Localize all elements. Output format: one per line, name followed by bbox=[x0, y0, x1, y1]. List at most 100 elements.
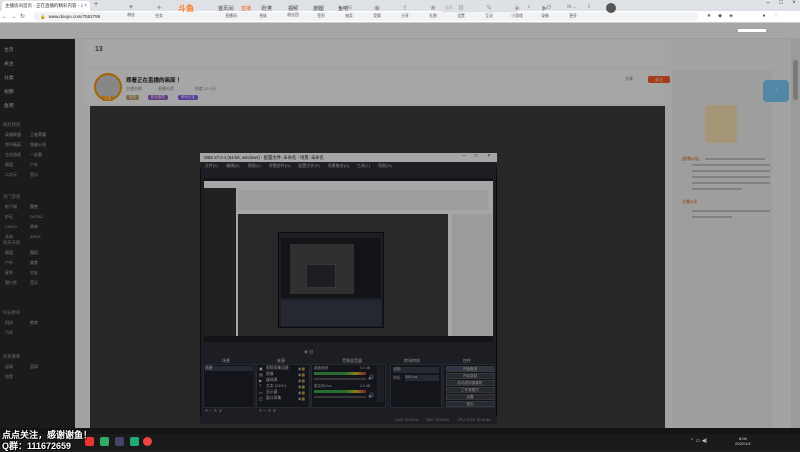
sidebar-item[interactable]: 教育 bbox=[30, 320, 38, 326]
sidebar-item[interactable]: 音乐 bbox=[30, 280, 38, 286]
tab-signin[interactable]: ▦ 签到 bbox=[308, 4, 334, 19]
room-category[interactable]: 直播分类 bbox=[158, 86, 174, 92]
scenes-dock-footer[interactable]: + − ∧ ∨ bbox=[205, 408, 222, 414]
minimize-icon[interactable]: – bbox=[762, 0, 774, 6]
system-clock[interactable]: 8:06 2022/1/4 bbox=[735, 436, 751, 446]
sidebar-item[interactable]: 炉石 bbox=[5, 214, 13, 220]
sidebar-item[interactable]: 魔兽 bbox=[30, 204, 38, 210]
sidebar-item[interactable]: 交友 bbox=[30, 270, 38, 276]
sidebar-item[interactable]: 一起看 bbox=[30, 152, 42, 158]
sidebar-item[interactable]: 星秀 bbox=[5, 270, 13, 276]
tab-more[interactable]: ⋯ 更多 bbox=[560, 4, 586, 19]
site-logo[interactable]: 斗鱼 bbox=[178, 3, 194, 14]
extension-icon[interactable]: ◈ bbox=[727, 13, 735, 21]
scene-item[interactable]: 场景 bbox=[205, 366, 253, 371]
sidebar-item-home[interactable]: 主页 bbox=[4, 46, 14, 53]
start-recording-button[interactable]: 开始录制 bbox=[446, 373, 494, 379]
source-item[interactable]: 文本 (GDI+) bbox=[266, 384, 286, 389]
sidebar-item[interactable]: 户外 bbox=[5, 260, 13, 266]
extension-icon[interactable]: ◆ bbox=[716, 13, 724, 21]
start-streaming-button[interactable]: 开始推流 bbox=[446, 366, 494, 372]
sidebar-item[interactable]: 二次元 bbox=[5, 172, 17, 178]
sidebar-item-video[interactable]: 视频 bbox=[4, 88, 14, 95]
studio-mode-button[interactable]: 工作室模式 bbox=[446, 387, 494, 393]
taskbar-app-icon[interactable] bbox=[130, 437, 139, 446]
tab-share[interactable]: ⇪ 分享 bbox=[392, 4, 418, 19]
source-item[interactable]: 图像 bbox=[266, 372, 274, 377]
sidebar-item-follow[interactable]: 关注 bbox=[4, 60, 14, 67]
sources-dock-footer[interactable]: + − ∧ ∨ bbox=[259, 408, 276, 414]
taskbar-app-icon[interactable] bbox=[115, 437, 124, 446]
menu-profile[interactable]: 配置文件(P) bbox=[298, 163, 319, 169]
sidebar-item[interactable]: APEX bbox=[30, 234, 41, 239]
sidebar-item-fishbar[interactable]: 鱼吧 bbox=[4, 102, 14, 109]
tab-noble[interactable]: ♛ 贵族 bbox=[250, 4, 276, 19]
menu-scene-collection[interactable]: 场景集合(S) bbox=[328, 163, 349, 169]
sidebar-item[interactable]: 汽车 bbox=[5, 330, 13, 336]
close-window-icon[interactable]: × bbox=[788, 0, 800, 6]
tab-guess[interactable]: ◉ 竞猜 bbox=[364, 4, 390, 19]
menu-file[interactable]: 文件(F) bbox=[205, 163, 218, 169]
taskbar-app-icon[interactable] bbox=[100, 437, 109, 446]
sidebar-item[interactable]: 户外 bbox=[30, 162, 38, 168]
maximize-icon[interactable]: □ bbox=[470, 153, 482, 159]
tab-lottery[interactable]: ✉ 抽奖 bbox=[336, 4, 362, 19]
back-icon[interactable]: ← bbox=[0, 14, 9, 20]
sidebar-item[interactable]: 穿越火线 bbox=[30, 142, 46, 148]
sidebar-item[interactable]: 颜值 bbox=[5, 250, 13, 256]
new-tab-button[interactable]: + bbox=[94, 1, 98, 8]
source-item[interactable]: 显示器 bbox=[266, 390, 277, 395]
sidebar-item[interactable]: 舞蹈 bbox=[30, 250, 38, 256]
sidebar-item[interactable]: CSGO bbox=[5, 224, 17, 229]
menu-docks[interactable]: 停靠部件(D) bbox=[269, 163, 291, 169]
tab-minigame[interactable]: ◈ 小游戏 bbox=[504, 4, 530, 19]
sidebar-item[interactable]: 王者荣耀 bbox=[30, 132, 46, 138]
promo-banner[interactable]: ◔ bbox=[763, 80, 789, 102]
menu-tools[interactable]: 工具(T) bbox=[357, 163, 370, 169]
sidebar-item-category[interactable]: 分类 bbox=[4, 74, 14, 81]
sidebar-item[interactable]: DOTA2 bbox=[30, 214, 43, 219]
tab-settings[interactable]: ⚙ 设置 bbox=[448, 4, 474, 19]
tab-gift[interactable]: ❀ 礼物 bbox=[420, 4, 446, 19]
sidebar-item[interactable]: 篮球 bbox=[30, 364, 38, 370]
volume-slider[interactable] bbox=[314, 396, 366, 398]
maximize-icon[interactable]: □ bbox=[775, 0, 787, 6]
share-button[interactable]: 分享 bbox=[625, 76, 633, 82]
profile-icon[interactable]: ● bbox=[760, 13, 768, 21]
sidebar-item[interactable]: 地下城 bbox=[5, 204, 17, 210]
page-scrollbar-thumb[interactable] bbox=[793, 60, 798, 100]
bookmark-star-icon[interactable]: ★ bbox=[705, 13, 713, 21]
sidebar-item[interactable]: 和平精英 bbox=[5, 142, 21, 148]
sidebar-item[interactable]: 颜值 bbox=[5, 162, 13, 168]
sidebar-item[interactable]: 主机游戏 bbox=[5, 152, 21, 158]
transition-select[interactable]: 淡出 bbox=[393, 367, 439, 373]
mixer-scrollbar[interactable] bbox=[377, 366, 384, 402]
sidebar-item[interactable]: 音乐 bbox=[30, 172, 38, 178]
menu-help[interactable]: 帮助(H) bbox=[378, 163, 392, 169]
reload-icon[interactable]: ↻ bbox=[18, 13, 27, 20]
forward-icon[interactable]: → bbox=[9, 14, 18, 20]
tab-room[interactable]: ▣ 直播间 bbox=[218, 4, 244, 19]
menu-icon[interactable]: ⋮ bbox=[772, 13, 780, 21]
sidebar-item[interactable]: 脱口秀 bbox=[5, 280, 17, 286]
follow-button[interactable]: 关注 bbox=[648, 76, 670, 83]
volume-slider[interactable] bbox=[314, 378, 366, 380]
tab-fanclub[interactable]: ☺ 粉丝团 bbox=[280, 4, 306, 18]
tray-icons[interactable]: ⌃ ▭ ◀) bbox=[690, 438, 707, 444]
sidebar-item[interactable]: 足球 bbox=[5, 364, 13, 370]
streamer-name[interactable]: 主播名称 bbox=[126, 86, 142, 92]
menu-edit[interactable]: 编辑(E) bbox=[226, 163, 239, 169]
sidebar-item[interactable]: 原神 bbox=[30, 224, 38, 230]
speaker-icon[interactable]: 🔊 bbox=[368, 393, 374, 399]
user-avatar[interactable] bbox=[606, 3, 616, 13]
close-icon[interactable]: × bbox=[483, 153, 495, 159]
sidebar-item[interactable]: 电竞 bbox=[5, 374, 13, 380]
sidebar-item[interactable]: 科技 bbox=[5, 320, 13, 326]
menu-view[interactable]: 视图(V) bbox=[247, 163, 260, 169]
tab-fans[interactable]: ♥ 粉丝 bbox=[118, 4, 144, 18]
source-item[interactable]: 媒体源 bbox=[266, 378, 277, 383]
tab-record[interactable]: ▶ 录像 bbox=[532, 4, 558, 19]
sidebar-item[interactable]: 美食 bbox=[30, 260, 38, 266]
virtual-camera-button[interactable]: 启动虚拟摄像机 bbox=[446, 380, 494, 386]
transition-duration-input[interactable]: 300 ms bbox=[405, 375, 439, 381]
